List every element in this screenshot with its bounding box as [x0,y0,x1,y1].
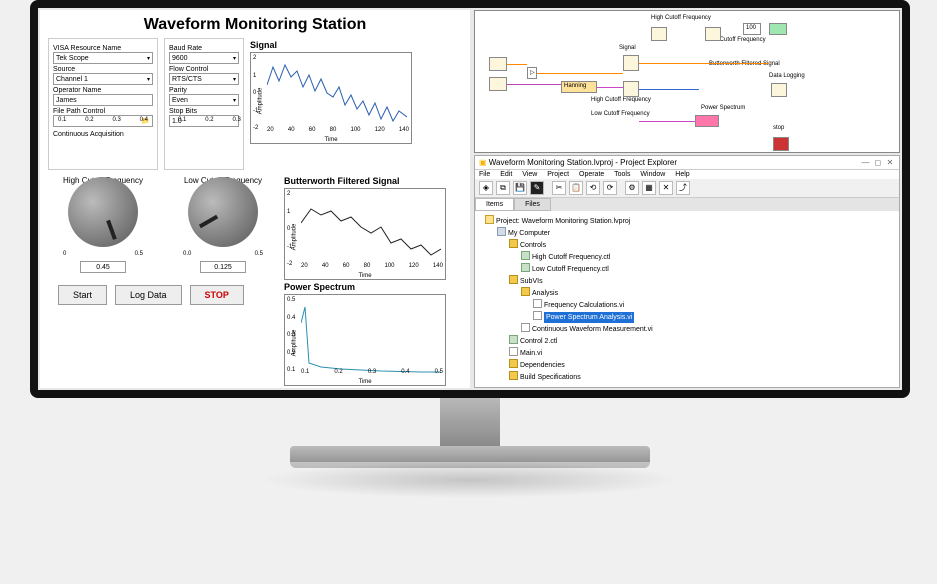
toolbar-button[interactable]: ▦ [642,181,656,195]
tree-item[interactable]: Control 2.ctl [481,335,893,347]
diagram-node[interactable] [771,83,787,97]
project-tree: Project: Waveform Monitoring Station.lvp… [475,211,899,387]
operator-name-field[interactable]: James [53,94,153,106]
menu-help[interactable]: Help [675,171,689,178]
menu-bar: File Edit View Project Operate Tools Win… [475,170,899,179]
labview-icon: ▣ [479,158,487,167]
tree-project[interactable]: Project: Waveform Monitoring Station.lvp… [481,215,893,227]
menu-operate[interactable]: Operate [579,171,604,178]
menu-tools[interactable]: Tools [614,171,630,178]
diagram-const-tf[interactable] [769,23,787,35]
tree-analysis-folder[interactable]: Analysis [481,287,893,299]
diagram-const-100[interactable]: 100 [743,23,761,35]
source-dropdown[interactable]: Channel 1 [53,73,153,85]
toolbar-button[interactable]: 📋 [569,181,583,195]
flow-control-dropdown[interactable]: RTS/CTS [169,73,239,85]
diagram-node[interactable] [489,77,507,91]
signal-chart-title: Signal [250,40,462,50]
diagram-hanning-node[interactable]: Hanning [561,81,597,93]
project-explorer-window: ▣ Waveform Monitoring Station.lvproj - P… [474,155,900,388]
low-cutoff-knob[interactable] [188,177,258,247]
diagram-node[interactable] [623,81,639,97]
high-cutoff-value[interactable]: 0.45 [80,261,126,273]
toolbar-button[interactable]: ⟳ [603,181,617,195]
toolbar-button[interactable]: 💾 [513,181,527,195]
visa-group: VISA Resource Name Tek Scope Source Chan… [48,38,158,170]
diagram-node[interactable] [623,55,639,71]
tree-item[interactable]: Low Cutoff Frequency.ctl [481,263,893,275]
signal-chart: Amplitude 210-1-2 20406080100120140 Time [250,52,412,144]
toolbar-button[interactable]: ✎ [530,181,544,195]
tab-items[interactable]: Items [475,198,514,211]
diagram-node[interactable] [705,27,721,41]
toolbar-button[interactable]: ✕ [659,181,673,195]
front-panel: Waveform Monitoring Station VISA Resourc… [40,10,470,388]
serial-group: Baud Rate 9600 Flow Control RTS/CTS Pari… [164,38,244,170]
high-cutoff-knob-group: High Cutoff Frequency 0.10.20.30.4 00.5 … [48,176,158,273]
power-spectrum-title: Power Spectrum [284,282,462,292]
toolbar-button[interactable]: ◈ [479,181,493,195]
app-title: Waveform Monitoring Station [48,16,462,34]
stop-button[interactable]: STOP [190,285,244,305]
toolbar: ◈ ⧉ 💾 ✎ ✂ 📋 ⟲ ⟳ ⚙ ▦ ✕ ⤴ [475,179,899,198]
tree-my-computer[interactable]: My Computer [481,227,893,239]
menu-project[interactable]: Project [547,171,569,178]
maximize-icon[interactable]: ◻ [873,158,883,167]
tree-item-selected[interactable]: Power Spectrum Analysis.vi [481,311,893,323]
tree-subvis-folder[interactable]: SubVIs [481,275,893,287]
tree-item[interactable]: High Cutoff Frequency.ctl [481,251,893,263]
butterworth-chart: Amplitude 210-1-2 20406080100120140 Time [284,188,446,280]
menu-window[interactable]: Window [640,171,665,178]
butterworth-chart-title: Butterworth Filtered Signal [284,176,462,186]
baud-rate-dropdown[interactable]: 9600 [169,52,239,64]
start-button[interactable]: Start [58,285,107,305]
high-cutoff-knob[interactable] [68,177,138,247]
window-title: Waveform Monitoring Station.lvproj - Pro… [489,158,677,167]
diagram-node[interactable] [489,57,507,71]
toolbar-button[interactable]: ⚙ [625,181,639,195]
diagram-stop-node[interactable] [773,137,789,151]
toolbar-button[interactable]: ⟲ [586,181,600,195]
toolbar-button[interactable]: ⧉ [496,181,510,195]
tab-files[interactable]: Files [514,198,551,211]
parity-dropdown[interactable]: Even [169,94,239,106]
tree-item[interactable]: Main.vi [481,347,893,359]
low-cutoff-knob-group: Low Cutoff Frequency 0.10.20.30.4 0.00.5… [168,176,278,273]
toolbar-button[interactable]: ✂ [552,181,566,195]
power-spectrum-chart: Amplitude 0.50.40.30.20.1 0.10.20.30.40.… [284,294,446,386]
block-diagram: High Cutoff Frequency Signal High Cutoff… [474,10,900,153]
menu-file[interactable]: File [479,171,490,178]
diagram-play-icon[interactable]: ▷ [527,67,537,79]
tree-dependencies[interactable]: Dependencies [481,359,893,371]
minimize-icon[interactable]: — [861,158,871,167]
tree-build-specs[interactable]: Build Specifications [481,371,893,383]
diagram-node[interactable] [651,27,667,41]
tree-controls-folder[interactable]: Controls [481,239,893,251]
visa-resource-dropdown[interactable]: Tek Scope [53,52,153,64]
toolbar-button[interactable]: ⤴ [676,181,690,195]
tree-item[interactable]: Frequency Calculations.vi [481,299,893,311]
diagram-node[interactable] [695,115,719,127]
close-icon[interactable]: ✕ [885,158,895,167]
low-cutoff-value[interactable]: 0.125 [200,261,246,273]
tree-item[interactable]: Continuous Waveform Measurement.vi [481,323,893,335]
menu-view[interactable]: View [522,171,537,178]
menu-edit[interactable]: Edit [500,171,512,178]
log-data-button[interactable]: Log Data [115,285,182,305]
